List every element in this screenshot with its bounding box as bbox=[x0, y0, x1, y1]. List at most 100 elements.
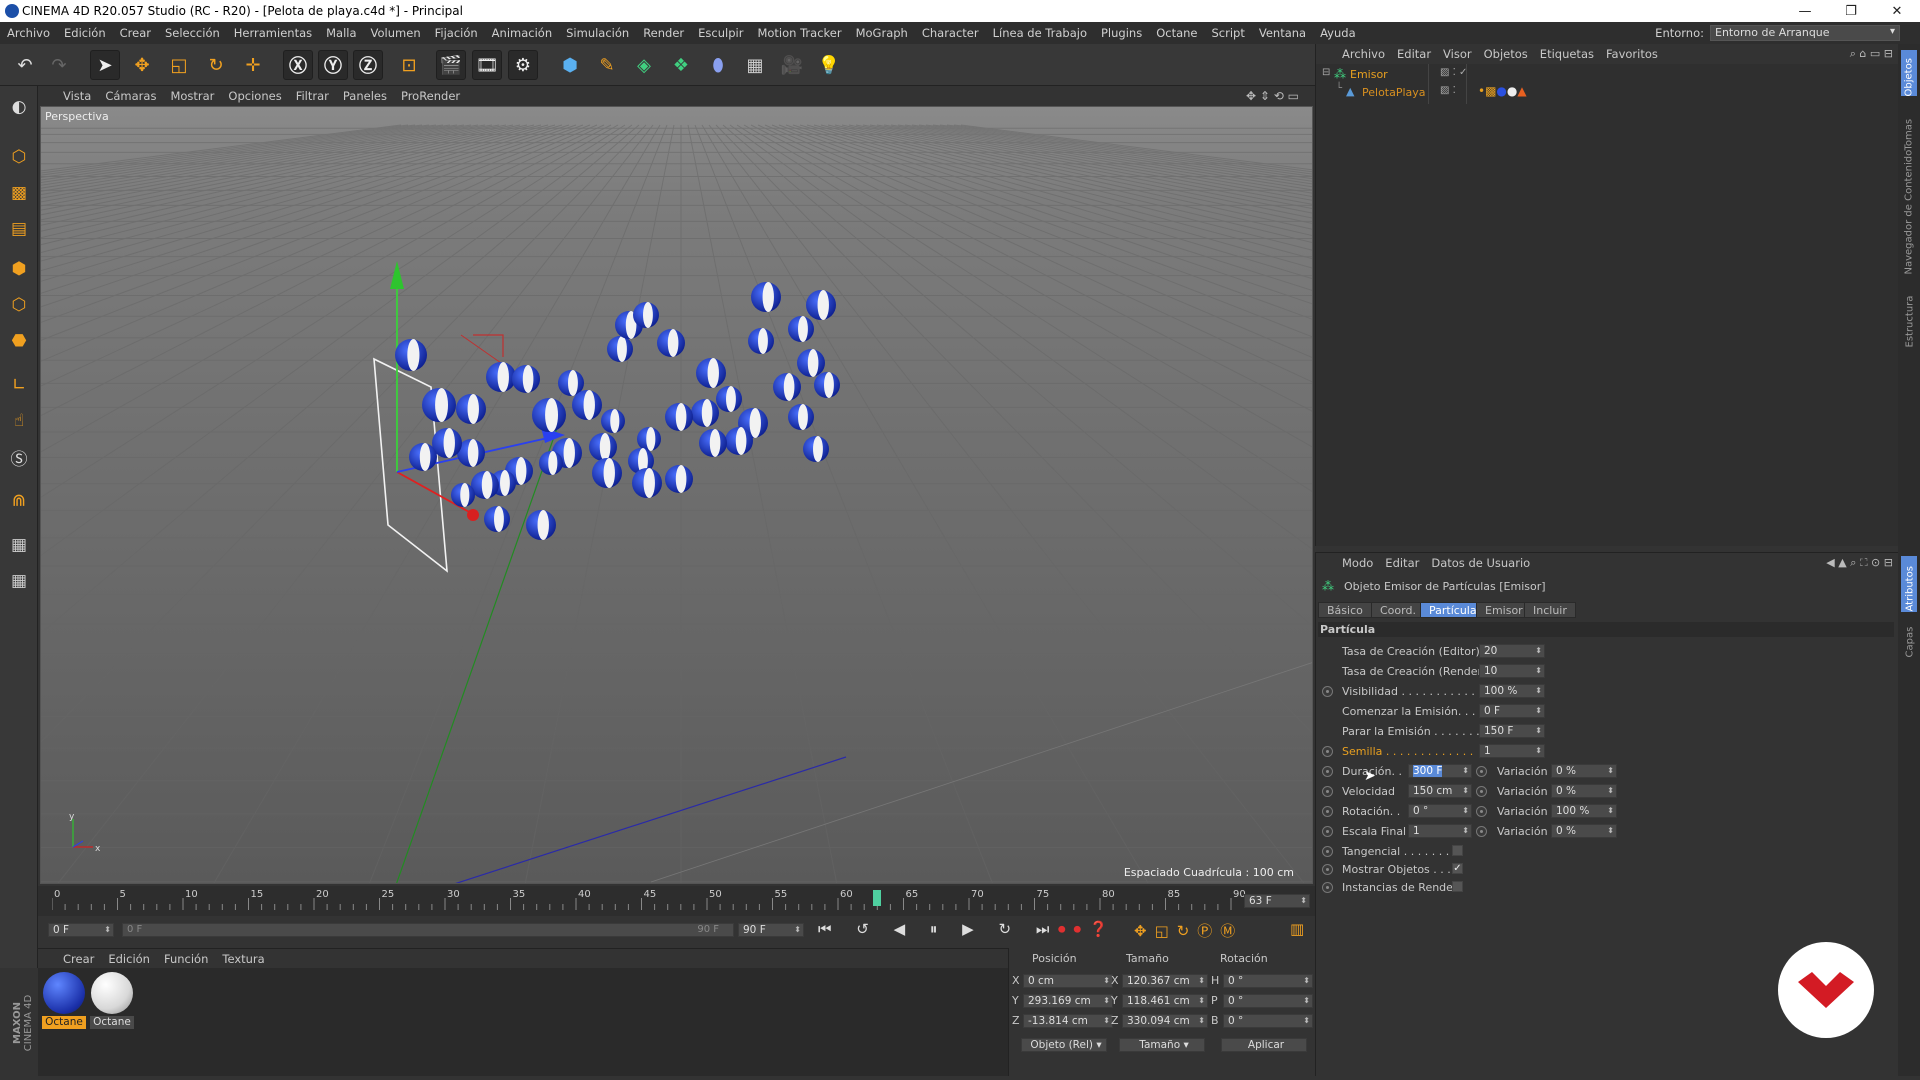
viewport-menu-mostrar[interactable]: Mostrar bbox=[163, 89, 221, 103]
pelotaplaya-visibility-toggle[interactable]: ▨ ⁚ bbox=[1440, 85, 1456, 96]
menu-character[interactable]: Character bbox=[915, 26, 986, 40]
menu-crear[interactable]: Crear bbox=[113, 26, 158, 40]
param-field-velocidad[interactable]: 150 cm ⬍ bbox=[1408, 784, 1472, 798]
menu-simulacion[interactable]: Simulación bbox=[559, 26, 636, 40]
edges-mode-icon[interactable]: ⬡ bbox=[4, 290, 34, 320]
objmgr-menu-visor[interactable]: Visor bbox=[1437, 47, 1478, 61]
menu-mograph[interactable]: MoGraph bbox=[849, 26, 915, 40]
viewport-menu-vista[interactable]: Vista bbox=[56, 89, 98, 103]
attr-menu-editar[interactable]: Editar bbox=[1379, 556, 1425, 570]
points-mode-icon[interactable]: ⬢ bbox=[4, 254, 34, 284]
animate-rotacion-variacion-radio[interactable] bbox=[1476, 806, 1487, 817]
model-mode-icon[interactable]: ⬡ bbox=[4, 142, 34, 172]
viewport-menu-opciones[interactable]: Opciones bbox=[221, 89, 288, 103]
key-filter-icons[interactable]: ✥◱↻ⓅⓂ bbox=[1134, 920, 1243, 941]
animate-escala-radio[interactable] bbox=[1322, 826, 1333, 837]
animate-visibilidad-radio[interactable] bbox=[1322, 686, 1333, 697]
material-menu-crear[interactable]: Crear bbox=[56, 952, 101, 966]
param-field-comenzar[interactable]: 0 F ⬍ bbox=[1479, 704, 1545, 718]
timeline-ruler[interactable]: 0 5 10 15 20 25 30 35 40 45 50 55 60 65 70 75 80 85 90 63 … bbox=[38, 886, 1315, 916]
material-menu-edicion[interactable]: Edición bbox=[101, 952, 157, 966]
make-editable-icon[interactable]: ◐ bbox=[4, 92, 34, 122]
animate-escala-variacion-radio[interactable] bbox=[1476, 826, 1487, 837]
coords-mode-dropdown[interactable]: Objeto (Rel) ▾ bbox=[1021, 1038, 1107, 1052]
animate-instancias-radio[interactable] bbox=[1322, 882, 1333, 893]
size-x-field[interactable]: 120.367 cm ⬍ bbox=[1122, 974, 1208, 988]
coords-size-dropdown[interactable]: Tamaño ▾ bbox=[1119, 1038, 1205, 1052]
instancias-render-checkbox[interactable] bbox=[1452, 881, 1463, 892]
record-keys-icons[interactable]: ⏺⏺❓ bbox=[1058, 920, 1116, 938]
close-icon[interactable]: ✕ bbox=[1874, 0, 1920, 22]
param-field-visibilidad[interactable]: 100 % ⬍ bbox=[1479, 684, 1545, 698]
menu-ventana[interactable]: Ventana bbox=[1252, 26, 1313, 40]
coordinate-system-icon[interactable]: ⊡ bbox=[394, 50, 424, 80]
param-field-semilla[interactable]: 1 ⬍ bbox=[1479, 744, 1545, 758]
object-tags-icons[interactable]: •▩●●▲ bbox=[1478, 84, 1527, 98]
objmgr-search-home-icons[interactable]: ⌕ ⌂ ▭ ⊟ bbox=[1850, 47, 1893, 61]
param-field-duracion-variacion[interactable]: 0 % ⬍ bbox=[1551, 764, 1617, 778]
param-field-tasa-editor[interactable]: 20 ⬍ bbox=[1479, 644, 1545, 658]
rotate-tool-icon[interactable]: ↻ bbox=[201, 50, 231, 80]
3d-viewport[interactable]: y x Perspectiva Espaciado Cuadrícula : 1… bbox=[40, 106, 1313, 884]
viewport-menu-camaras[interactable]: Cámaras bbox=[98, 89, 163, 103]
material-swatch-white[interactable]: Octane bbox=[90, 972, 134, 1032]
menu-fijacion[interactable]: Fijación bbox=[428, 26, 485, 40]
subdivision-generator-icon[interactable]: ◈ bbox=[629, 50, 659, 80]
param-field-escala-variacion[interactable]: 0 % ⬍ bbox=[1551, 824, 1617, 838]
viewport-nav-icons[interactable]: ✥ ⇕ ⟲ ▭ bbox=[1246, 89, 1299, 103]
param-field-rotacion[interactable]: 0 ° ⬍ bbox=[1408, 804, 1472, 818]
side-tab-objetos[interactable]: Objetos bbox=[1904, 47, 1915, 96]
animate-rotacion-radio[interactable] bbox=[1322, 806, 1333, 817]
menu-esculpir[interactable]: Esculpir bbox=[691, 26, 750, 40]
tangencial-checkbox[interactable] bbox=[1452, 845, 1463, 856]
render-view-icon[interactable]: 🎬 bbox=[436, 50, 466, 80]
apply-button[interactable]: Aplicar bbox=[1221, 1038, 1307, 1052]
side-tab-tomas[interactable]: Tomas bbox=[1904, 101, 1915, 151]
render-picture-viewer-icon[interactable]: 🎞 bbox=[472, 50, 502, 80]
attr-menu-datos-usuario[interactable]: Datos de Usuario bbox=[1425, 556, 1536, 570]
x-axis-lock-icon[interactable]: Ⓧ bbox=[283, 50, 313, 80]
param-field-rotacion-variacion[interactable]: 100 % ⬍ bbox=[1551, 804, 1617, 818]
render-settings-icon[interactable]: ⚙ bbox=[508, 50, 538, 80]
size-z-field[interactable]: 330.094 cm ⬍ bbox=[1122, 1014, 1208, 1028]
side-tab-atributos[interactable]: Atributos bbox=[1905, 556, 1916, 611]
viewport-menu-prorender[interactable]: ProRender bbox=[394, 89, 467, 103]
light-icon[interactable]: 💡 bbox=[814, 50, 844, 80]
scale-tool-icon[interactable]: ◱ bbox=[164, 50, 194, 80]
mostrar-objetos-checkbox[interactable]: ✓ bbox=[1452, 863, 1463, 874]
emisor-visibility-toggle[interactable]: ▨ ⁚ ✓ bbox=[1440, 67, 1467, 78]
floor-scene-icon[interactable]: ▦ bbox=[740, 50, 770, 80]
select-cursor-icon[interactable]: ➤ bbox=[90, 50, 120, 80]
spline-pen-icon[interactable]: ✎ bbox=[592, 50, 622, 80]
texture-mode-icon[interactable]: ▩ bbox=[4, 178, 34, 208]
menu-ayuda[interactable]: Ayuda bbox=[1313, 26, 1363, 40]
material-menu-funcion[interactable]: Función bbox=[157, 952, 215, 966]
menu-plugins[interactable]: Plugins bbox=[1094, 26, 1149, 40]
frame-range-slider[interactable]: 0 F 90 F bbox=[122, 923, 734, 937]
menu-malla[interactable]: Malla bbox=[319, 26, 363, 40]
z-axis-lock-icon[interactable]: Ⓩ bbox=[353, 50, 383, 80]
menu-seleccion[interactable]: Selección bbox=[158, 26, 227, 40]
environment-dropdown[interactable]: Entorno de Arranque bbox=[1710, 24, 1900, 41]
timeline-playhead[interactable] bbox=[873, 890, 882, 906]
objmgr-menu-editar[interactable]: Editar bbox=[1391, 47, 1437, 61]
rotation-p-field[interactable]: 0 ° ⬍ bbox=[1223, 994, 1313, 1008]
menu-octane[interactable]: Octane bbox=[1149, 26, 1204, 40]
side-tab-estructura[interactable]: Estructura bbox=[1905, 292, 1916, 348]
param-field-velocidad-variacion[interactable]: 0 % ⬍ bbox=[1551, 784, 1617, 798]
menu-linea-de-trabajo[interactable]: Línea de Trabajo bbox=[986, 26, 1094, 40]
animate-duracion-radio[interactable] bbox=[1322, 766, 1333, 777]
solo-mode-icon[interactable]: Ⓢ bbox=[4, 442, 34, 472]
start-frame-field[interactable]: 0 F ⬍ bbox=[48, 923, 114, 937]
workplane-mode-icon[interactable]: ▤ bbox=[4, 214, 34, 244]
tweak-mode-icon[interactable]: ☝ bbox=[4, 406, 34, 436]
material-swatch-blue[interactable]: Octane bbox=[42, 972, 86, 1032]
current-frame-field[interactable]: 63 F ⬍ bbox=[1244, 894, 1310, 908]
timeline-window-icon[interactable]: ▥ bbox=[1290, 920, 1304, 938]
viewport-menu-paneles[interactable]: Paneles bbox=[336, 89, 394, 103]
param-field-escala[interactable]: 1 ⬍ bbox=[1408, 824, 1472, 838]
position-z-field[interactable]: -13.814 cm ⬍ bbox=[1023, 1014, 1113, 1028]
size-y-field[interactable]: 118.461 cm ⬍ bbox=[1122, 994, 1208, 1008]
animate-velocidad-radio[interactable] bbox=[1322, 786, 1333, 797]
position-y-field[interactable]: 293.169 cm ⬍ bbox=[1023, 994, 1113, 1008]
